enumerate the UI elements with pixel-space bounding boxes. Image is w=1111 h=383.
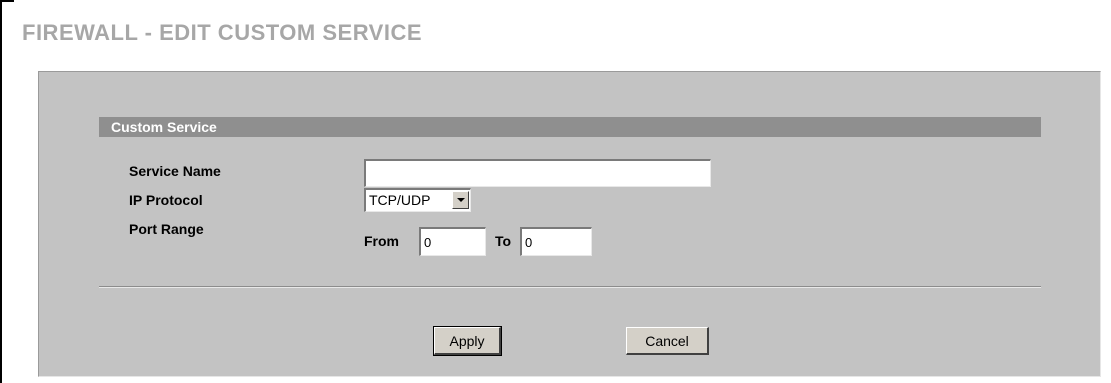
form-divider [99, 286, 1041, 288]
service-name-label: Service Name [129, 163, 221, 179]
section-header: Custom Service [99, 117, 1041, 137]
port-to-input[interactable] [520, 227, 592, 256]
cancel-button[interactable]: Cancel [626, 327, 709, 355]
ip-protocol-selected-value: TCP/UDP [369, 192, 431, 208]
chevron-down-icon[interactable] [452, 191, 469, 209]
ip-protocol-select[interactable]: TCP/UDP [364, 188, 471, 212]
window-frame-corner [0, 0, 14, 2]
ip-protocol-label: IP Protocol [129, 192, 203, 208]
port-from-input[interactable] [419, 227, 486, 256]
section-title: Custom Service [111, 119, 217, 135]
custom-service-panel: Custom Service Service Name IP Protocol … [38, 71, 1101, 377]
page-title: FIREWALL - EDIT CUSTOM SERVICE [22, 20, 423, 45]
port-to-label: To [495, 233, 512, 249]
service-name-input[interactable] [364, 159, 711, 187]
window-frame-edge [0, 0, 2, 383]
port-from-label: From [364, 233, 399, 249]
port-range-label: Port Range [129, 221, 204, 237]
apply-button[interactable]: Apply [433, 326, 502, 356]
